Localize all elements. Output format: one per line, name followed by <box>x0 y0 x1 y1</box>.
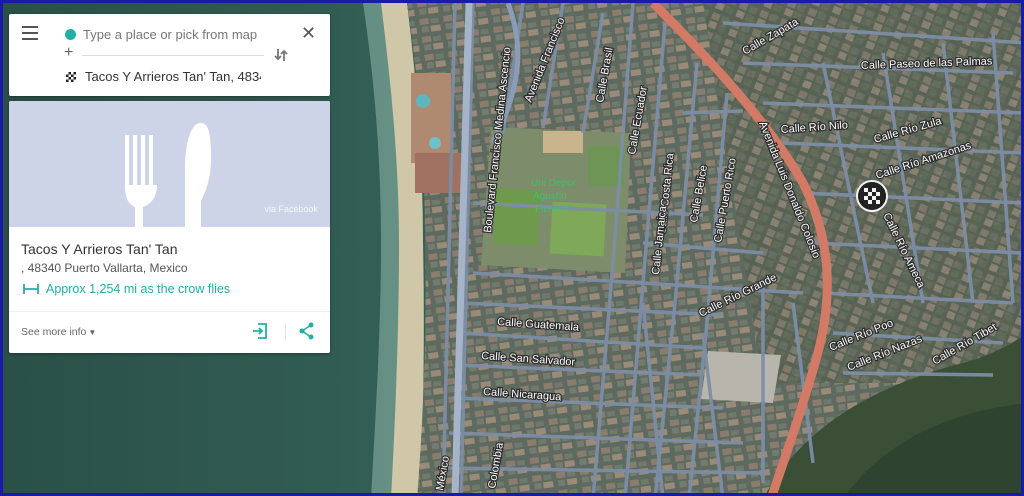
photo-credit[interactable]: via Facebook <box>264 204 318 214</box>
park-label-line-1: Uni Depor <box>531 178 577 189</box>
hotel-building <box>411 73 451 163</box>
pool <box>416 94 430 108</box>
place-address: , 48340 Puerto Vallarta, Mexico <box>21 261 188 275</box>
see-more-info-link[interactable]: See more info ▼ <box>21 326 96 338</box>
hamburger-menu-icon[interactable] <box>22 26 38 40</box>
enter-icon[interactable] <box>252 322 268 340</box>
place-photo: via Facebook <box>9 101 330 227</box>
plus-icon[interactable]: + <box>64 45 73 61</box>
distance-text: Approx 1,254 mi as the crow flies <box>46 282 231 296</box>
pool <box>429 137 441 149</box>
card-divider <box>9 311 330 312</box>
input-divider <box>82 55 264 56</box>
cemetery <box>701 351 781 403</box>
place-name: Tacos Y Arrieros Tan' Tan <box>21 241 178 257</box>
share-icon[interactable] <box>299 322 315 340</box>
park-label-line-2: Agustín <box>533 191 567 202</box>
route-search-panel: ✕ + Tacos Y Arrieros Tan' Tan, 48340 Pue… <box>9 14 330 96</box>
place-info-card: via Facebook Tacos Y Arrieros Tan' Tan ,… <box>9 101 330 353</box>
swap-arrows-icon[interactable] <box>273 47 289 63</box>
hotel-building <box>415 153 465 193</box>
map-frame: Boulevard Francisco Medina Ascencio Aven… <box>0 0 1024 496</box>
chevron-down-icon: ▼ <box>88 328 97 337</box>
destination-input[interactable]: Tacos Y Arrieros Tan' Tan, 48340 Puerto … <box>85 69 261 84</box>
origin-dot-icon <box>65 29 76 40</box>
ruler-arrows-icon <box>23 284 39 294</box>
destination-marker-icon[interactable] <box>856 180 888 212</box>
dirt-lot <box>543 131 583 153</box>
checkered-flag-icon <box>858 182 886 210</box>
see-more-info-label: See more info <box>21 326 87 338</box>
checkered-flag-icon <box>66 72 76 82</box>
origin-input[interactable] <box>81 22 265 46</box>
park-label-line-3: Flores C <box>535 204 573 215</box>
close-icon[interactable]: ✕ <box>301 24 316 42</box>
button-divider <box>285 323 286 341</box>
